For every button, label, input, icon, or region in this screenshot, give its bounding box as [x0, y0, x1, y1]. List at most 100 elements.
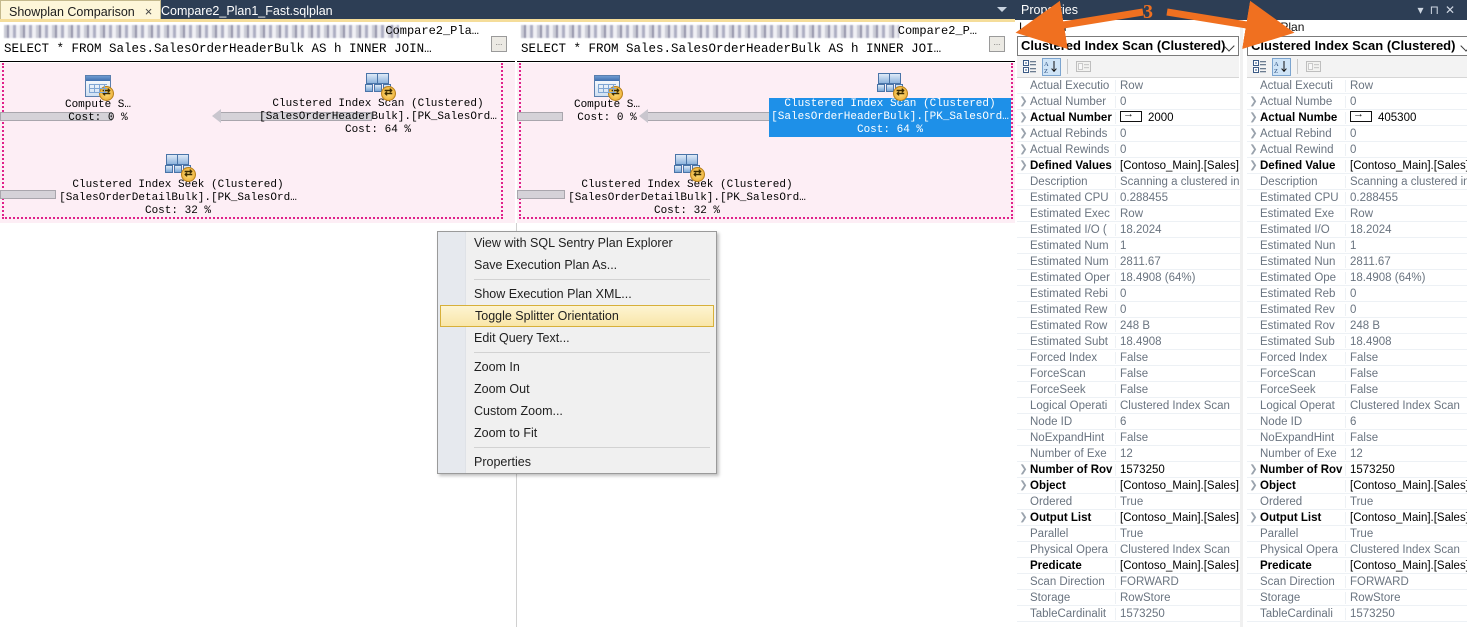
property-value[interactable]: False: [1116, 352, 1243, 364]
chevron-down-icon[interactable]: [997, 7, 1007, 12]
property-value[interactable]: 0: [1116, 288, 1243, 300]
property-value[interactable]: 18.4908 (64%): [1346, 272, 1467, 284]
menu-item-custom-zoom[interactable]: Custom Zoom...: [438, 400, 716, 422]
chevron-right-icon[interactable]: ❯: [1247, 512, 1260, 523]
property-value[interactable]: 0: [1346, 96, 1467, 108]
property-value[interactable]: 0: [1346, 288, 1467, 300]
property-value[interactable]: False: [1346, 368, 1467, 380]
property-value[interactable]: 1: [1116, 240, 1243, 252]
property-row[interactable]: Node ID 6: [1017, 414, 1243, 430]
property-row[interactable]: Predicate[Contoso_Main].[Sales].[S…: [1247, 558, 1467, 574]
property-value[interactable]: 1573250: [1346, 464, 1467, 476]
property-value[interactable]: 2811.67: [1116, 256, 1243, 268]
menu-item-view-with-sql-sentry-plan-explorer[interactable]: View with SQL Sentry Plan Explorer: [438, 232, 716, 254]
property-row[interactable]: Estimated Exe Row: [1247, 206, 1467, 222]
property-value[interactable]: 0.288455: [1346, 192, 1467, 204]
property-value[interactable]: 6: [1346, 416, 1467, 428]
menu-item-zoom-to-fit[interactable]: Zoom to Fit: [438, 422, 716, 444]
property-row[interactable]: NoExpandHint False: [1247, 430, 1467, 446]
property-value[interactable]: 12: [1116, 448, 1243, 460]
property-row[interactable]: ❯ Actual Number 0: [1017, 94, 1243, 110]
property-value[interactable]: [Contoso_Main].[Sales].[S…: [1116, 160, 1243, 172]
chevron-right-icon[interactable]: ❯: [1017, 464, 1030, 475]
property-row[interactable]: Estimated I/O (18.2024: [1017, 222, 1243, 238]
plan-node-clustered-index-seek[interactable]: ⇄ Clustered Index Seek (Clustered) [Sale…: [567, 153, 807, 218]
chevron-right-icon[interactable]: ❯: [1247, 480, 1260, 491]
property-row[interactable]: NoExpandHint False: [1017, 430, 1243, 446]
property-value[interactable]: [Contoso_Main].[Sales].[S…: [1116, 480, 1243, 492]
property-row[interactable]: DescriptionScanning a clustered inde…: [1017, 174, 1243, 190]
chevron-right-icon[interactable]: ❯: [1247, 96, 1260, 107]
property-row[interactable]: Predicate[Contoso_Main].[Sales].[S…: [1017, 558, 1243, 574]
menu-item-toggle-splitter-orientation[interactable]: Toggle Splitter Orientation: [440, 305, 714, 327]
chevron-down-icon[interactable]: ▾: [1418, 3, 1430, 17]
property-pages-button[interactable]: [1074, 58, 1093, 76]
menu-item-properties[interactable]: Properties: [438, 451, 716, 473]
right-properties-grid[interactable]: Actual Executi Row ❯ Actual Numbe 0 ❯ Actual N…: [1247, 78, 1467, 622]
property-value[interactable]: True: [1116, 496, 1243, 508]
chevron-right-icon[interactable]: ❯: [1247, 112, 1260, 123]
property-value[interactable]: True: [1346, 496, 1467, 508]
property-value[interactable]: 1573250: [1346, 608, 1467, 620]
property-value[interactable]: False: [1116, 432, 1243, 444]
property-row[interactable]: Estimated Oper 18.4908 (64%): [1017, 270, 1243, 286]
property-value[interactable]: False: [1346, 352, 1467, 364]
property-row[interactable]: ❯Object[Contoso_Main].[Sales].[S…: [1017, 478, 1243, 494]
plan-node-clustered-index-scan-selected[interactable]: ⇄ Clustered Index Scan (Clustered) [Sale…: [765, 72, 1015, 137]
tab-showplan-comparison[interactable]: Showplan Comparison ×: [0, 0, 162, 22]
property-row[interactable]: Estimated Num 2811.67: [1017, 254, 1243, 270]
property-row[interactable]: ForceScan False: [1247, 366, 1467, 382]
property-value[interactable]: Row: [1116, 208, 1243, 220]
alphabetical-sort-button[interactable]: AZ: [1042, 57, 1061, 76]
pin-icon[interactable]: ⊓: [1430, 3, 1445, 17]
chevron-right-icon[interactable]: ❯: [1017, 144, 1030, 155]
property-row[interactable]: Estimated Ope 18.4908 (64%): [1247, 270, 1467, 286]
property-row[interactable]: Estimated CPU 0.288455: [1247, 190, 1467, 206]
property-row[interactable]: Logical Operat Clustered Index Scan: [1247, 398, 1467, 414]
property-value[interactable]: Clustered Index Scan: [1116, 544, 1243, 556]
property-value[interactable]: 18.2024: [1116, 224, 1243, 236]
chevron-right-icon[interactable]: ❯: [1017, 160, 1030, 171]
plan-node-compute-scalar[interactable]: ⇄ Compute S… Cost: 0 %: [58, 75, 138, 125]
close-icon[interactable]: ✕: [1445, 3, 1461, 17]
property-row[interactable]: Forced Index False: [1247, 350, 1467, 366]
property-value[interactable]: 18.2024: [1346, 224, 1467, 236]
property-row[interactable]: ❯Output List[Contoso_Main].[Sales].[S…: [1017, 510, 1243, 526]
property-value[interactable]: Scanning a clustered inde…: [1346, 176, 1467, 188]
left-plan-canvas[interactable]: ⇄ Compute S… Cost: 0 % ⇄ Clustered Index…: [0, 63, 515, 223]
property-value[interactable]: 1: [1346, 240, 1467, 252]
property-value[interactable]: [Contoso_Main].[Sales].[S…: [1346, 480, 1467, 492]
property-value[interactable]: FORWARD: [1116, 576, 1243, 588]
property-row[interactable]: Estimated Rebi 0: [1017, 286, 1243, 302]
alphabetical-sort-button[interactable]: AZ: [1272, 57, 1291, 76]
property-row[interactable]: Physical Opera Clustered Index Scan: [1247, 542, 1467, 558]
property-row[interactable]: Estimated Subt 18.4908: [1017, 334, 1243, 350]
menu-item-show-execution-plan-xml[interactable]: Show Execution Plan XML...: [438, 283, 716, 305]
property-row[interactable]: ❯ Actual Rewinds 0: [1017, 142, 1243, 158]
plan-node-clustered-index-seek[interactable]: ⇄ Clustered Index Seek (Clustered) [Sale…: [58, 153, 298, 218]
property-row[interactable]: ❯Actual Numbe 405300: [1247, 110, 1467, 126]
property-row[interactable]: Estimated Rev 0: [1247, 302, 1467, 318]
property-row[interactable]: ForceSeek False: [1017, 382, 1243, 398]
property-row[interactable]: Estimated CPU 0.288455: [1017, 190, 1243, 206]
property-row[interactable]: Forced Index False: [1017, 350, 1243, 366]
property-row[interactable]: ❯ Actual Rebind 0: [1247, 126, 1467, 142]
menu-item-save-execution-plan-as[interactable]: Save Execution Plan As...: [438, 254, 716, 276]
right-plan-object-select[interactable]: Clustered Index Scan (Clustered): [1247, 36, 1467, 56]
property-row[interactable]: TableCardinalit 1573250: [1017, 606, 1243, 622]
property-row[interactable]: Estimated Rew 0: [1017, 302, 1243, 318]
property-row[interactable]: ❯Actual Number 2000: [1017, 110, 1243, 126]
chevron-right-icon[interactable]: ❯: [1247, 160, 1260, 171]
property-value[interactable]: 6: [1116, 416, 1243, 428]
property-value[interactable]: [Contoso_Main].[Sales].[S…: [1346, 560, 1467, 572]
property-value[interactable]: [Contoso_Main].[Sales].[S…: [1346, 512, 1467, 524]
property-value[interactable]: True: [1116, 528, 1243, 540]
menu-item-zoom-in[interactable]: Zoom In: [438, 356, 716, 378]
property-value[interactable]: 248 B: [1116, 320, 1243, 332]
property-value[interactable]: 0.288455: [1116, 192, 1243, 204]
property-row[interactable]: Storage RowStore: [1247, 590, 1467, 606]
property-row[interactable]: ❯ Actual Rebinds 0: [1017, 126, 1243, 142]
property-row[interactable]: Logical Operati Clustered Index Scan: [1017, 398, 1243, 414]
property-row[interactable]: ❯Defined Value[Contoso_Main].[Sales].[S…: [1247, 158, 1467, 174]
categorized-button[interactable]: [1020, 58, 1039, 76]
